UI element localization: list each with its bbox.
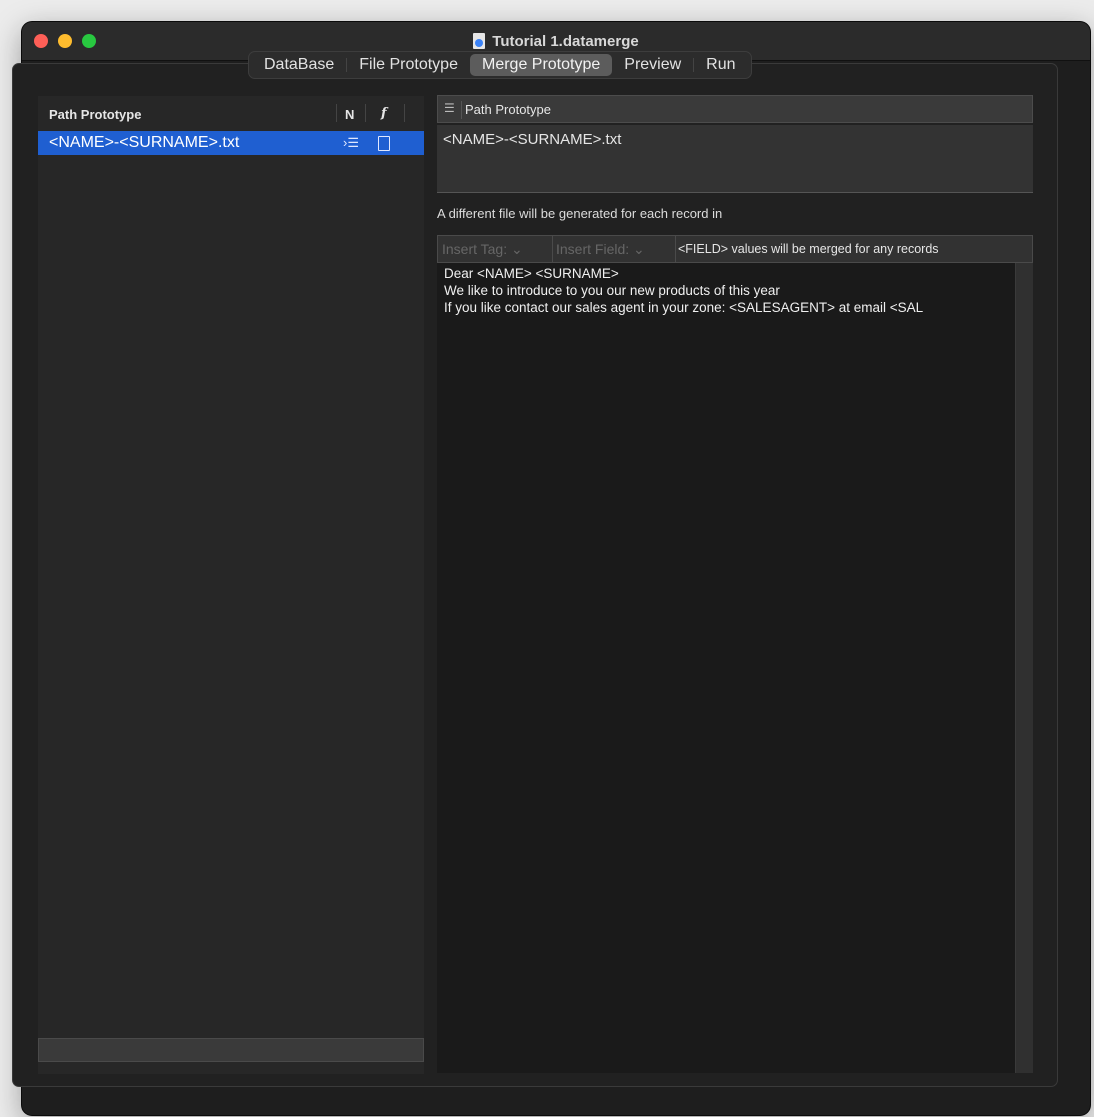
file-icon [378, 136, 390, 151]
list-item[interactable]: <NAME>-<SURNAME>.txt ›☰ [38, 131, 424, 155]
column-separator [365, 104, 366, 122]
list-footer-bar [38, 1038, 424, 1062]
list-lines-icon[interactable]: ☰ [444, 101, 455, 115]
list-item-label: <NAME>-<SURNAME>.txt [49, 134, 240, 151]
toolbar-separator [675, 236, 676, 262]
path-prototype-field[interactable]: <NAME>-<SURNAME>.txt [437, 125, 1033, 193]
tab-run[interactable]: Run [694, 54, 747, 76]
insert-tag-dropdown[interactable]: Insert Tag: ⌄ [442, 241, 523, 258]
path-prototype-list: Path Prototype N f <NAME>-<SURNAME>.txt … [38, 96, 424, 1074]
info-text: A different file will be generated for e… [437, 206, 723, 221]
list-header: Path Prototype N f [38, 96, 424, 130]
list-indent-icon: ›☰ [343, 135, 359, 150]
tab-file-prototype[interactable]: File Prototype [347, 54, 470, 76]
column-separator [336, 104, 337, 122]
document-icon [473, 33, 486, 49]
merge-text-editor[interactable]: Dear <NAME> <SURNAME> We like to introdu… [437, 263, 1015, 1073]
editor-line: Dear <NAME> <SURNAME> [444, 266, 619, 281]
tab-database[interactable]: DataBase [252, 54, 346, 76]
path-prototype-value: <NAME>-<SURNAME>.txt [443, 131, 622, 148]
column-header-f[interactable]: f [381, 106, 387, 121]
editor-scrollbar[interactable] [1015, 263, 1033, 1073]
toolbar-separator [552, 236, 553, 262]
window-title: Tutorial 1.datamerge [492, 32, 639, 50]
editor-line: If you like contact our sales agent in y… [444, 300, 924, 315]
path-prototype-label: Path Prototype [465, 102, 551, 117]
insert-field-dropdown[interactable]: Insert Field: ⌄ [556, 241, 645, 258]
insert-toolbar: Insert Tag: ⌄ Insert Field: ⌄ <FIELD> va… [437, 235, 1033, 263]
header-separator [461, 101, 462, 119]
editor-line: We like to introduce to you our new prod… [444, 283, 780, 298]
column-header-n[interactable]: N [345, 107, 354, 122]
tab-preview[interactable]: Preview [612, 54, 693, 76]
path-prototype-header: ☰ Path Prototype [437, 95, 1033, 123]
column-header-path-prototype[interactable]: Path Prototype [49, 107, 141, 122]
tab-bar: DataBase File Prototype Merge Prototype … [248, 51, 752, 79]
tab-merge-prototype[interactable]: Merge Prototype [469, 54, 613, 76]
field-merge-message: <FIELD> values will be merged for any re… [678, 242, 939, 256]
column-separator [404, 104, 405, 122]
